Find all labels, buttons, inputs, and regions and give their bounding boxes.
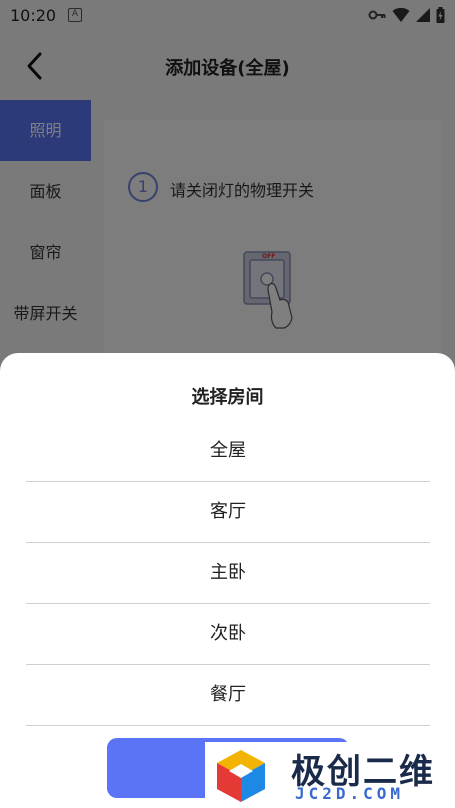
room-option-living-room[interactable]: 客厅 xyxy=(26,482,430,543)
watermark-domain: JC2D.COM xyxy=(295,784,405,803)
room-picker-sheet: 选择房间 全屋 客厅 主卧 次卧 餐厅 xyxy=(0,353,455,808)
room-option-second-bedroom[interactable]: 次卧 xyxy=(26,604,430,665)
room-option-master-bedroom[interactable]: 主卧 xyxy=(26,543,430,604)
cube-logo-icon xyxy=(217,750,265,802)
room-option-dining-room[interactable]: 餐厅 xyxy=(26,665,430,726)
room-option-whole-house[interactable]: 全屋 xyxy=(26,421,430,482)
room-list: 全屋 客厅 主卧 次卧 餐厅 xyxy=(26,421,430,726)
watermark: 极创二维 JC2D.COM xyxy=(205,742,455,808)
sheet-title: 选择房间 xyxy=(191,387,264,408)
